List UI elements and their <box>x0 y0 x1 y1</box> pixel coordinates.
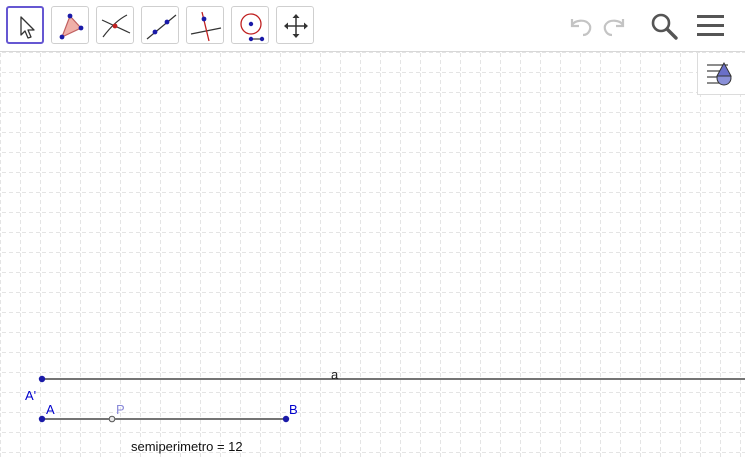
redo-icon <box>603 19 625 37</box>
perpendicular-tool-button[interactable] <box>186 6 224 44</box>
circle-tool-button[interactable] <box>231 6 269 44</box>
move-graphics-view-icon <box>284 14 308 38</box>
semiperimeter-text[interactable]: semiperimetro = 12 <box>131 440 243 453</box>
move-graphics-view-tool-button[interactable] <box>276 6 314 44</box>
point-p-label: P <box>116 402 125 417</box>
move-tool-button[interactable] <box>6 6 44 44</box>
point-a-prime-label: A' <box>25 388 37 403</box>
undo-button[interactable] <box>563 8 597 42</box>
menu-icon <box>697 15 724 36</box>
circle-point-icon <box>240 13 265 42</box>
style-bar-toggle-button[interactable] <box>697 53 745 95</box>
point-p[interactable] <box>108 415 116 423</box>
arrow-pointer-icon <box>20 16 35 39</box>
toolbar <box>0 0 745 52</box>
search-icon <box>651 13 678 40</box>
style-bar-toggle-icon <box>707 61 732 86</box>
triangle-icon <box>59 13 84 40</box>
redo-button[interactable] <box>598 8 632 42</box>
line-tool-button[interactable] <box>141 6 179 44</box>
point-a-prime[interactable] <box>38 375 46 383</box>
graphics-view[interactable] <box>0 52 745 458</box>
main-menu-button[interactable] <box>694 8 728 42</box>
line-a-label: a <box>331 367 339 382</box>
intersect-icon <box>101 14 131 38</box>
polygon-tool-button[interactable] <box>51 6 89 44</box>
intersect-tool-button[interactable] <box>96 6 134 44</box>
line-through-points-icon <box>146 14 177 40</box>
point-b-label: B <box>289 402 298 417</box>
search-button[interactable] <box>647 8 681 42</box>
point-a[interactable] <box>38 415 46 423</box>
grid <box>0 52 745 458</box>
point-a-label: A <box>46 402 55 417</box>
undo-icon <box>570 19 592 37</box>
perpendicular-line-icon <box>190 11 222 42</box>
